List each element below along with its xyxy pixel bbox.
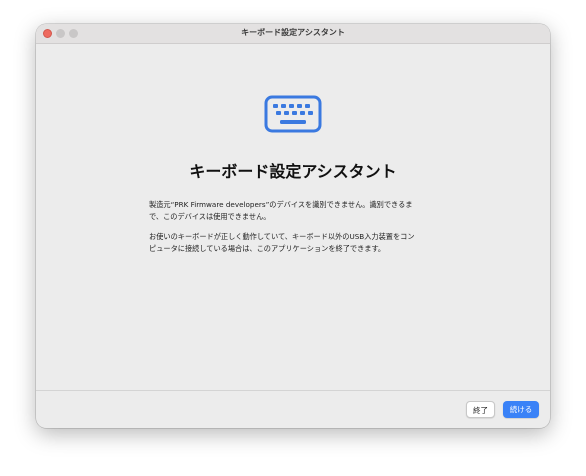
title-bar: キーボード設定アシスタント xyxy=(36,24,550,44)
quit-button[interactable]: 終了 xyxy=(466,401,495,418)
page-title: キーボード設定アシスタント xyxy=(189,162,397,181)
window-title: キーボード設定アシスタント xyxy=(241,28,345,37)
unidentified-device-message: 製造元“PRK Firmware developers”のデバイスを識別できませ… xyxy=(149,200,413,221)
footer-divider xyxy=(36,390,550,391)
keyboard-icon xyxy=(264,95,322,133)
quit-hint-message: お使いのキーボードが正しく動作していて、キーボード以外のUSB入力装置をコン ピ… xyxy=(149,232,415,253)
setup-assistant-window: キーボード設定アシスタント キーボード設定アシスタント 製造元“PRK Firm… xyxy=(36,24,550,428)
continue-button[interactable]: 続ける xyxy=(503,401,539,418)
